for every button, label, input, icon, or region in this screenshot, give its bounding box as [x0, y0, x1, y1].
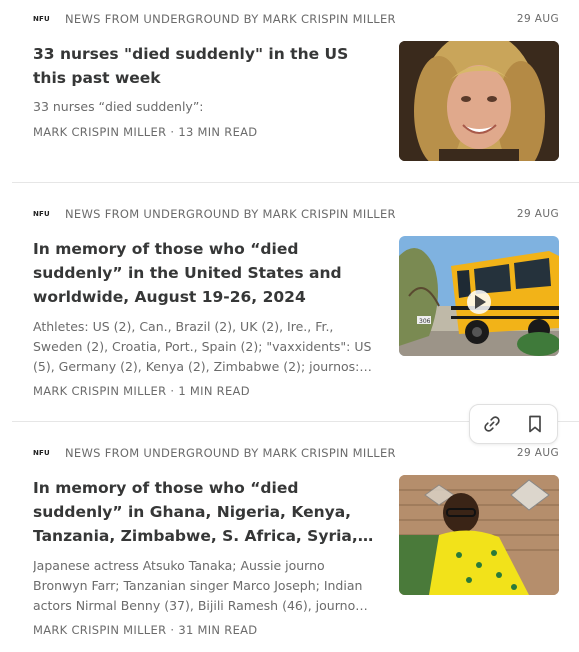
publication-row: NFU NEWS FROM UNDERGROUND BY MARK CRISPI… [33, 445, 559, 461]
publication-name[interactable]: NEWS FROM UNDERGROUND BY MARK CRISPIN MI… [65, 12, 396, 26]
save-bookmark-button[interactable] [521, 410, 549, 438]
meta-separator: · [170, 623, 175, 637]
publication-row: NFU NEWS FROM UNDERGROUND BY MARK CRISPI… [33, 11, 559, 27]
author-name[interactable]: MARK CRISPIN MILLER [33, 384, 166, 398]
link-icon [484, 416, 500, 432]
man-thumbnail-image [399, 475, 559, 595]
post-meta: MARK CRISPIN MILLER · 1 MIN READ [33, 384, 250, 398]
meta-separator: · [170, 384, 175, 398]
post-thumbnail[interactable] [399, 41, 559, 161]
bookmark-icon [529, 415, 542, 433]
bus-thumbnail-image: 306 [399, 236, 559, 356]
read-time: 1 MIN READ [178, 384, 250, 398]
portrait-thumbnail-image [399, 41, 559, 161]
post-subtitle[interactable]: Japanese actress Atsuko Tanaka; Aussie j… [33, 556, 378, 616]
post-date: 29 AUG [516, 208, 559, 220]
post-meta: MARK CRISPIN MILLER · 31 MIN READ [33, 623, 257, 637]
publication-logo[interactable]: NFU [33, 15, 53, 23]
read-time: 13 MIN READ [178, 125, 258, 139]
meta-separator: · [170, 125, 175, 139]
publication-logo[interactable]: NFU [33, 449, 53, 457]
post-subtitle[interactable]: 33 nurses “died suddenly”: [33, 97, 378, 117]
post-title[interactable]: In memory of those who “died suddenly” i… [33, 476, 383, 548]
author-name[interactable]: MARK CRISPIN MILLER [33, 623, 166, 637]
copy-link-button[interactable] [478, 410, 506, 438]
publication-row: NFU NEWS FROM UNDERGROUND BY MARK CRISPI… [33, 206, 559, 222]
post-thumbnail[interactable] [399, 475, 559, 595]
publication-name[interactable]: NEWS FROM UNDERGROUND BY MARK CRISPIN MI… [65, 207, 396, 221]
author-name[interactable]: MARK CRISPIN MILLER [33, 125, 166, 139]
post-date: 29 AUG [516, 13, 559, 25]
post-action-bar [469, 404, 558, 444]
post-date: 29 AUG [516, 447, 559, 459]
read-time: 31 MIN READ [178, 623, 258, 637]
post-title[interactable]: In memory of those who “died suddenly” i… [33, 237, 383, 309]
publication-logo[interactable]: NFU [33, 210, 53, 218]
post-subtitle[interactable]: Athletes: US (2), Can., Brazil (2), UK (… [33, 317, 378, 377]
publication-name[interactable]: NEWS FROM UNDERGROUND BY MARK CRISPIN MI… [65, 446, 396, 460]
svg-text:306: 306 [419, 318, 431, 325]
post-meta: MARK CRISPIN MILLER · 13 MIN READ [33, 125, 257, 139]
post-thumbnail[interactable]: 306 [399, 236, 559, 356]
post-divider [12, 182, 579, 183]
post-title[interactable]: 33 nurses "died suddenly" in the US this… [33, 42, 383, 90]
